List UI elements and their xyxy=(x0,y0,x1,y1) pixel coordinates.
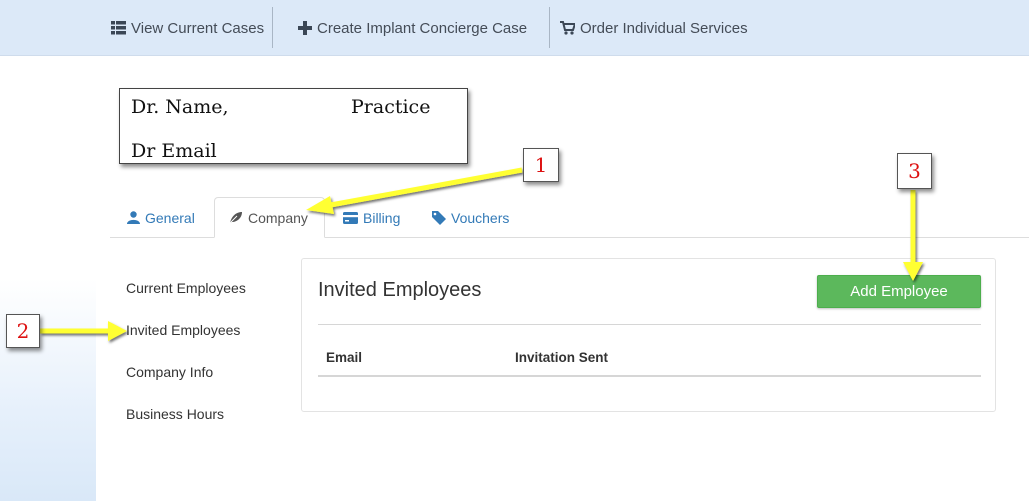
annotation-callout-3: 3 xyxy=(897,153,932,189)
annotation-arrowhead-2 xyxy=(108,321,127,341)
annotation-arrows xyxy=(40,167,923,341)
annotation-arrow-1 xyxy=(324,167,523,209)
annotation-callout-2: 2 xyxy=(6,314,40,348)
annotation-arrowhead-1 xyxy=(306,196,334,214)
annotation-callout-1: 1 xyxy=(523,148,559,182)
annotation-arrowhead-3 xyxy=(903,262,923,281)
